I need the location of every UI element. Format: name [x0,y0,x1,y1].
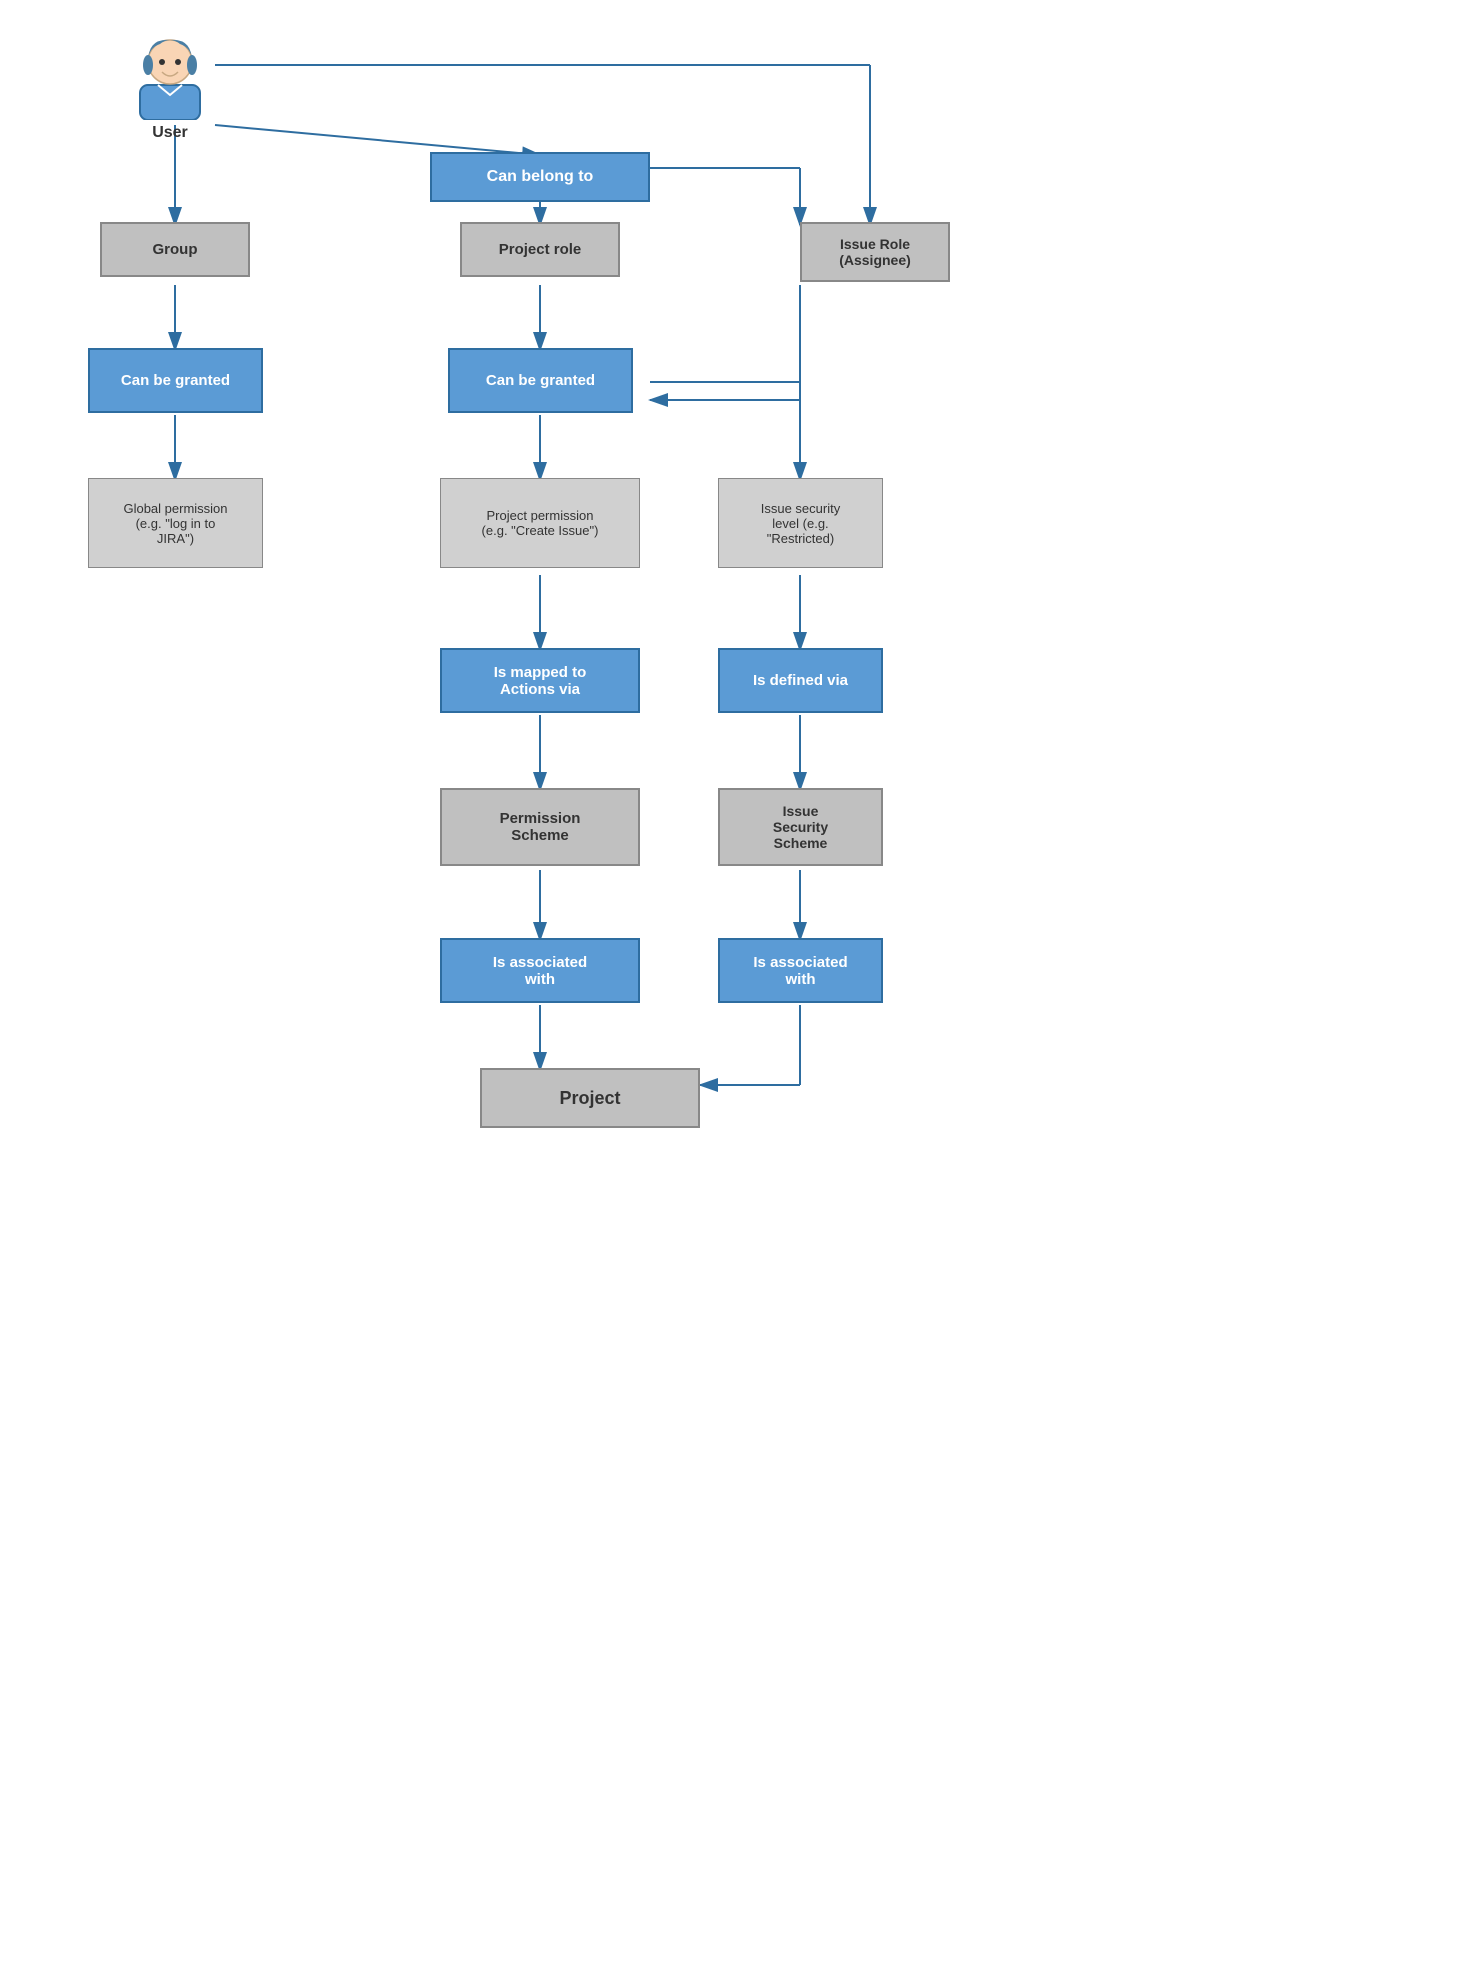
permission-scheme-node: Permission Scheme [440,788,640,866]
issue-security-scheme-node: Issue Security Scheme [718,788,883,866]
can-be-granted-left-node: Can be granted [88,348,263,413]
is-associated-mid-node: Is associated with [440,938,640,1003]
group-node: Group [100,222,250,277]
can-be-granted-mid-node: Can be granted [448,348,633,413]
global-permission-node: Global permission (e.g. "log in to JIRA"… [88,478,263,568]
issue-role-node: Issue Role (Assignee) [800,222,950,282]
project-role-node: Project role [460,222,620,277]
is-associated-right-node: Is associated with [718,938,883,1003]
project-permission-node: Project permission (e.g. "Create Issue") [440,478,640,568]
user-figure: User [130,30,210,142]
project-node: Project [480,1068,700,1128]
user-avatar-icon [130,30,210,120]
is-defined-via-node: Is defined via [718,648,883,713]
is-mapped-to-node: Is mapped to Actions via [440,648,640,713]
issue-security-level-node: Issue security level (e.g. "Restricted) [718,478,883,568]
can-belong-to-node: Can belong to [430,152,650,202]
diagram-container: User Can belong to Group Project role Is… [0,0,1473,1987]
user-label: User [152,124,188,142]
